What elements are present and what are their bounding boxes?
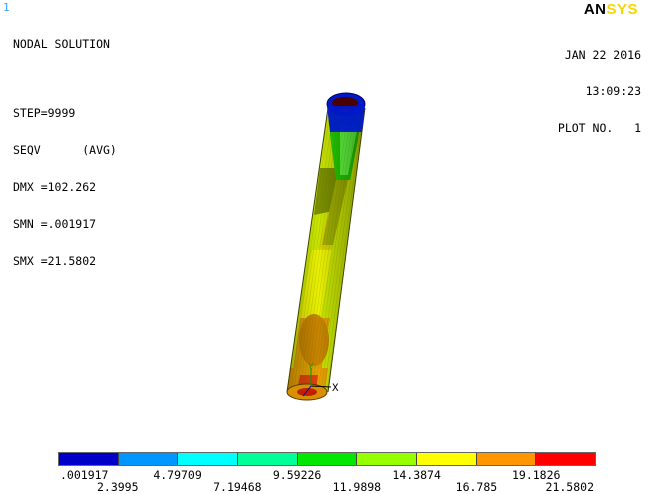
contour-legend-bar	[58, 452, 596, 466]
legend-label: 2.3995	[96, 480, 139, 494]
legend-swatch	[416, 453, 476, 465]
legend-label: 21.5802	[545, 480, 594, 494]
legend-label: 4.79709	[153, 468, 202, 482]
legend-swatch	[475, 453, 536, 465]
legend-label: 16.785	[455, 480, 498, 494]
x-axis-label: X	[332, 383, 339, 395]
legend-swatch	[237, 453, 297, 465]
legend-swatch	[177, 453, 238, 465]
legend-swatch	[117, 453, 178, 465]
legend-label: 9.59226	[272, 468, 322, 482]
model-viewport[interactable]: X Y	[0, 0, 655, 494]
legend-swatch	[356, 453, 417, 465]
legend-swatch	[59, 453, 118, 465]
legend-label: 7.19468	[213, 480, 262, 494]
stress-contour-tube	[286, 92, 366, 401]
legend-label: 11.9898	[332, 480, 382, 494]
legend-swatch	[535, 453, 596, 465]
legend-label: 14.3874	[392, 468, 441, 482]
legend-swatch	[296, 453, 357, 465]
y-axis-label: Y	[308, 362, 314, 372]
